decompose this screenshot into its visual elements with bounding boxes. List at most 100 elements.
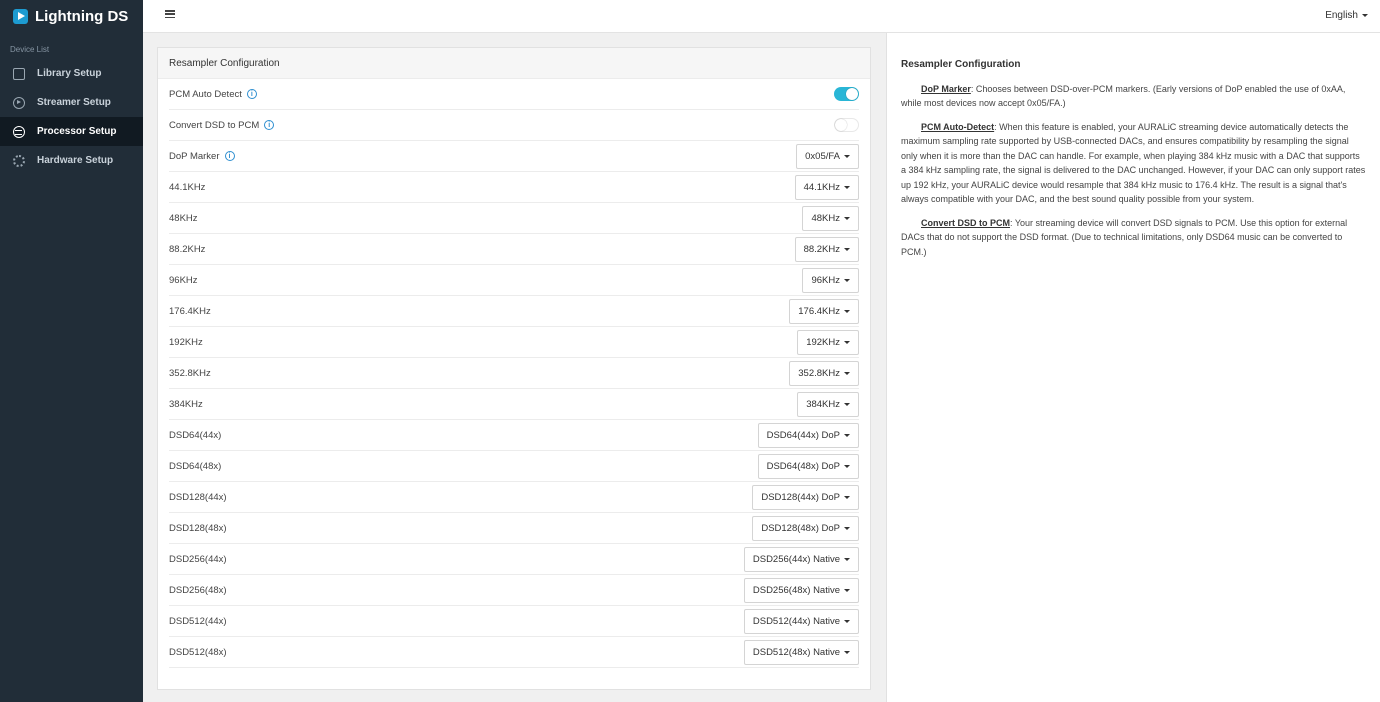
help-pcm-auto-detect: PCM Auto-Detect: When this feature is en… [901, 120, 1366, 207]
rate-select[interactable]: DSD128(44x) DoP [752, 484, 859, 510]
info-icon[interactable]: i [224, 151, 235, 161]
info-icon[interactable]: i [246, 89, 257, 99]
sidebar-item-label: Streamer Setup [37, 97, 111, 108]
setting-row: DSD64(44x) DSD64(44x) DoP [169, 420, 859, 451]
setting-label: DSD512(44x) [169, 615, 227, 627]
sidebar-item-processor-setup[interactable]: Processor Setup [0, 117, 143, 146]
rate-select[interactable]: 352.8KHz [789, 360, 859, 386]
setting-label: DSD64(48x) [169, 460, 222, 472]
rate-select[interactable]: DSD256(44x) Native [743, 546, 859, 572]
caret-down-icon [844, 495, 850, 499]
select-value: 88.2KHz [803, 243, 840, 255]
setting-label: DSD128(44x) [169, 491, 227, 503]
setting-label: DSD128(48x) [169, 522, 227, 534]
setting-label: DSD512(48x) [169, 646, 227, 658]
brand[interactable]: Lightning DS [0, 0, 143, 32]
waveform-icon [13, 125, 25, 138]
caret-down-icon [844, 650, 850, 654]
select-value: 352.8KHz [798, 367, 840, 379]
caret-down-icon [844, 557, 850, 561]
setting-row: DSD128(48x) DSD128(48x) DoP [169, 513, 859, 544]
menu-icon[interactable] [165, 10, 175, 20]
sidebar: Lightning DS Device List Library Setup S… [0, 0, 143, 702]
setting-row: 44.1KHz 44.1KHz [169, 172, 859, 203]
info-icon[interactable]: i [264, 120, 275, 130]
select-value: DSD64(48x) DoP [766, 460, 840, 472]
language-dropdown[interactable]: English [1325, 10, 1368, 21]
rate-select[interactable]: 192KHz [797, 329, 859, 355]
setting-label: 384KHz [169, 398, 203, 410]
app-title: Lightning DS [35, 7, 129, 25]
rate-select[interactable]: DSD512(48x) Native [743, 639, 859, 665]
setting-row: DSD512(44x) DSD512(44x) Native [169, 606, 859, 637]
select-value: DSD512(48x) Native [752, 646, 840, 658]
rate-select[interactable]: DSD64(48x) DoP [757, 453, 859, 479]
setting-row: DSD256(44x) DSD256(44x) Native [169, 544, 859, 575]
help-term: PCM Auto-Detect [921, 121, 995, 132]
setting-label: DSD256(48x) [169, 584, 227, 596]
rate-select[interactable]: 384KHz [797, 391, 859, 417]
setting-row-convert-dsd-to-pcm: Convert DSD to PCM i [169, 110, 859, 141]
caret-down-icon [844, 247, 850, 251]
panel-title: Resampler Configuration [158, 48, 870, 79]
pcm-auto-detect-toggle[interactable] [834, 87, 859, 101]
setting-row: DoP Marker i 0x05/FA [169, 141, 859, 172]
setting-label: 352.8KHz [169, 367, 211, 379]
setting-label: DSD256(44x) [169, 553, 227, 565]
select-value: DSD256(48x) Native [752, 584, 840, 596]
help-title: Resampler Configuration [901, 59, 1021, 70]
caret-down-icon [844, 526, 850, 530]
rate-select[interactable]: 48KHz [802, 205, 859, 231]
setting-row: DSD128(44x) DSD128(44x) DoP [169, 482, 859, 513]
convert-dsd-to-pcm-toggle[interactable] [834, 118, 859, 132]
resampler-panel: Resampler Configuration PCM Auto Detect … [157, 47, 871, 690]
setting-label: Convert DSD to PCM [169, 119, 260, 131]
select-value: 0x05/FA [805, 150, 840, 162]
rate-select[interactable]: 44.1KHz [794, 174, 859, 200]
caret-down-icon [844, 464, 850, 468]
setting-label: 88.2KHz [169, 243, 206, 255]
select-value: DSD64(44x) DoP [766, 429, 840, 441]
setting-label: DSD64(44x) [169, 429, 222, 441]
setting-row-pcm-auto-detect: PCM Auto Detect i [169, 79, 859, 110]
select-value: DSD128(44x) DoP [761, 491, 840, 503]
caret-down-icon [844, 433, 850, 437]
help-panel: Resampler Configuration DoP Marker: Choo… [886, 33, 1380, 702]
setting-row: 88.2KHz 88.2KHz [169, 234, 859, 265]
caret-down-icon [844, 154, 850, 158]
play-circle-icon [13, 96, 25, 109]
rate-select[interactable]: DSD128(48x) DoP [752, 515, 859, 541]
select-value: 176.4KHz [798, 305, 840, 317]
rate-select[interactable]: DSD64(44x) DoP [757, 422, 859, 448]
caret-down-icon [844, 619, 850, 623]
device-list-heading: Device List [10, 45, 50, 54]
rate-select[interactable]: DSD512(44x) Native [743, 608, 859, 634]
help-term: Convert DSD to PCM [921, 217, 1011, 228]
setting-row: DSD256(48x) DSD256(48x) Native [169, 575, 859, 606]
top-bar: English [143, 0, 1380, 33]
setting-row: 96KHz 96KHz [169, 265, 859, 296]
rate-select[interactable]: 96KHz [802, 267, 859, 293]
sidebar-item-hardware-setup[interactable]: Hardware Setup [0, 146, 143, 175]
rate-select[interactable]: 176.4KHz [789, 298, 859, 324]
language-label: English [1325, 10, 1358, 21]
sidebar-item-library-setup[interactable]: Library Setup [0, 59, 143, 88]
rate-select[interactable]: 0x05/FA [796, 143, 859, 169]
sidebar-item-label: Hardware Setup [37, 155, 114, 166]
setting-label: DoP Marker [169, 150, 220, 162]
help-convert-dsd-to-pcm: Convert DSD to PCM: Your streaming devic… [901, 216, 1366, 260]
help-term: DoP Marker [921, 83, 971, 94]
settings-list: PCM Auto Detect i Convert DSD to PCM i D… [158, 79, 870, 668]
gear-icon [13, 154, 25, 167]
logo-icon [13, 8, 28, 24]
caret-down-icon [844, 402, 850, 406]
library-icon [13, 67, 25, 80]
setting-label: 176.4KHz [169, 305, 211, 317]
rate-select[interactable]: 88.2KHz [794, 236, 859, 262]
sidebar-item-streamer-setup[interactable]: Streamer Setup [0, 88, 143, 117]
rate-select[interactable]: DSD256(48x) Native [743, 577, 859, 603]
setting-row: 48KHz 48KHz [169, 203, 859, 234]
setting-row: 176.4KHz 176.4KHz [169, 296, 859, 327]
setting-label: 192KHz [169, 336, 203, 348]
caret-down-icon [844, 588, 850, 592]
